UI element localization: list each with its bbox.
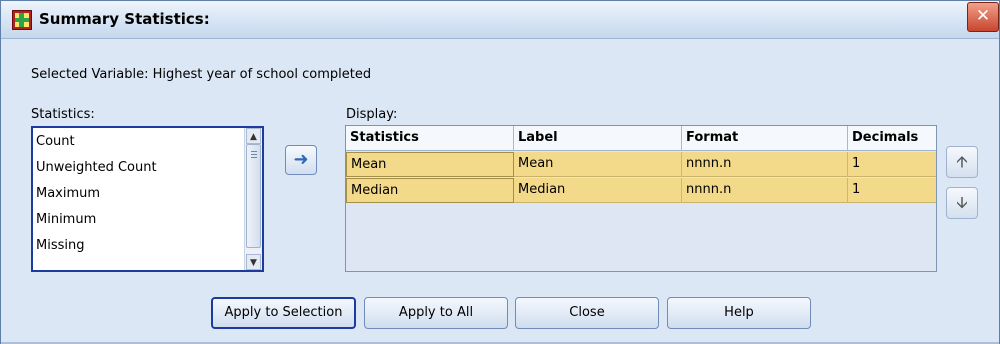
close-button[interactable]: Close bbox=[515, 297, 659, 329]
up-arrow-icon[interactable]: 🡩 bbox=[946, 146, 978, 178]
statistics-list-item[interactable]: Maximum bbox=[36, 184, 100, 204]
display-grid[interactable]: Statistics Label Format Decimals Mean Me… bbox=[345, 125, 937, 272]
scroll-down-icon[interactable]: ▼ bbox=[246, 254, 261, 270]
cell-format[interactable]: nnnn.n bbox=[682, 152, 848, 177]
grid-header-row: Statistics Label Format Decimals bbox=[346, 126, 936, 151]
column-header-decimals: Decimals bbox=[852, 130, 919, 145]
cell-format[interactable]: nnnn.n bbox=[682, 178, 848, 203]
apply-to-all-button[interactable]: Apply to All bbox=[364, 297, 508, 329]
down-arrow-icon[interactable]: 🡫 bbox=[946, 187, 978, 219]
statistics-label: Statistics: bbox=[31, 107, 95, 122]
cell-statistics[interactable]: Mean bbox=[346, 152, 514, 177]
title-bar: Summary Statistics: ✕ bbox=[1, 1, 999, 39]
statistics-list-item[interactable]: Missing bbox=[36, 236, 84, 256]
scroll-up-icon[interactable]: ▲ bbox=[246, 128, 261, 144]
column-header-format: Format bbox=[682, 126, 848, 151]
statistics-list-item[interactable]: Minimum bbox=[36, 210, 96, 230]
selected-variable-label: Selected Variable: Highest year of schoo… bbox=[31, 67, 372, 82]
apply-to-selection-button[interactable]: Apply to Selection bbox=[211, 297, 356, 329]
display-label: Display: bbox=[346, 107, 398, 122]
help-button[interactable]: Help bbox=[667, 297, 811, 329]
cell-decimals[interactable]: 1 bbox=[848, 178, 936, 203]
cell-statistics[interactable]: Median bbox=[346, 178, 514, 203]
statistics-list-item[interactable]: Count bbox=[36, 132, 75, 152]
statistics-scrollbar[interactable]: ▲ ▼ bbox=[244, 128, 262, 270]
statistics-list-item[interactable]: Unweighted Count bbox=[36, 158, 157, 178]
cell-label[interactable]: Mean bbox=[514, 152, 682, 177]
summary-statistics-dialog: Summary Statistics: ✕ Selected Variable:… bbox=[0, 0, 1000, 344]
statistics-listbox[interactable]: Count Unweighted Count Maximum Minimum M… bbox=[31, 126, 264, 272]
dialog-title: Summary Statistics: bbox=[39, 10, 210, 28]
spss-table-icon bbox=[12, 10, 32, 30]
close-icon[interactable]: ✕ bbox=[967, 2, 999, 32]
scroll-thumb[interactable] bbox=[246, 144, 261, 248]
move-to-display-button[interactable]: ➜ bbox=[285, 145, 317, 175]
table-row[interactable]: Median Median nnnn.n 1 bbox=[346, 178, 936, 203]
cell-label[interactable]: Median bbox=[514, 178, 682, 203]
table-row[interactable]: Mean Mean nnnn.n 1 bbox=[346, 152, 936, 177]
cell-decimals[interactable]: 1 bbox=[848, 152, 936, 177]
column-header-statistics: Statistics bbox=[346, 126, 514, 151]
column-header-label: Label bbox=[514, 126, 682, 151]
